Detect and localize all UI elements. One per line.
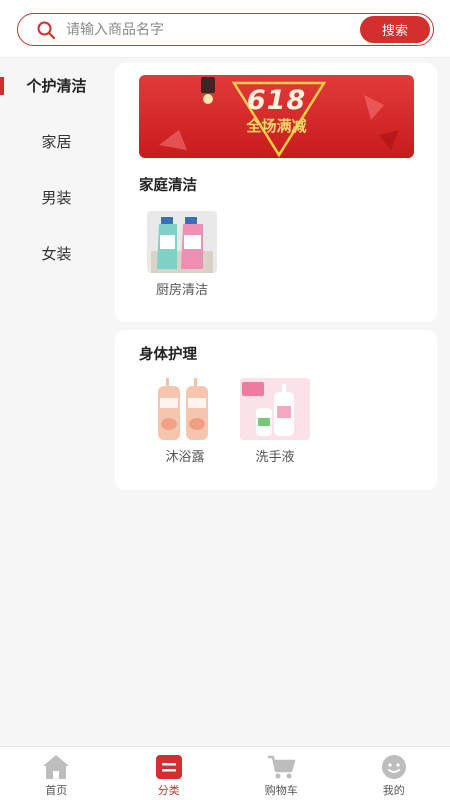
sidebar-item-label: 个护清洁 (26, 77, 87, 95)
sidebar-item-personal-care[interactable]: 个护清洁 (0, 58, 113, 114)
sidebar-item-menswear[interactable]: 男装 (0, 170, 113, 226)
promo-banner[interactable]: 618 全场满减 (139, 75, 414, 158)
product-label: 洗手液 (255, 450, 295, 465)
tab-cart[interactable]: 购物车 (225, 747, 338, 800)
search-button[interactable]: 搜索 (360, 16, 430, 43)
product-kitchen-cleaning[interactable]: 厨房清洁 (142, 211, 222, 298)
product-shower-gel[interactable]: 沐浴露 (145, 378, 225, 465)
search-input[interactable] (66, 18, 356, 42)
search-bar: 搜索 (17, 13, 434, 46)
banner-promo-text: 全场满减 (246, 117, 307, 135)
tab-label: 我的 (382, 784, 405, 797)
sidebar-item-home[interactable]: 家居 (0, 114, 113, 170)
tab-label: 分类 (157, 784, 180, 797)
tab-profile[interactable]: 我的 (338, 747, 450, 800)
category-card-home-cleaning: 618 全场满减 家庭清洁 厨房清洁 (115, 63, 437, 322)
search-header: 搜索 (0, 0, 450, 58)
bottom-tab-bar: 首页 分类 购物车 我的 (0, 746, 450, 800)
tab-home[interactable]: 首页 (0, 747, 113, 800)
sidebar-item-label: 男装 (41, 189, 72, 207)
tab-label: 购物车 (264, 784, 298, 797)
section-title: 身体护理 (139, 347, 197, 363)
section-title: 家庭清洁 (139, 178, 197, 194)
shower-gel-bottles-image (150, 378, 220, 440)
tab-category[interactable]: 分类 (113, 747, 226, 800)
category-card-body-care: 身体护理 沐浴露 洗手液 (115, 330, 437, 490)
category-icon (155, 755, 182, 779)
product-label: 厨房清洁 (155, 283, 208, 298)
hand-wash-bottles-image (240, 378, 310, 440)
search-icon (37, 21, 56, 40)
sidebar-item-label: 女装 (41, 245, 72, 263)
spray-bottles-image (147, 211, 217, 273)
category-page: 搜索 个护清洁 家居 男装 女装 618 全场满减 (0, 0, 450, 800)
sidebar-item-womenswear[interactable]: 女装 (0, 226, 113, 282)
tab-label: 首页 (45, 784, 68, 797)
sidebar-item-label: 家居 (41, 133, 72, 151)
banner-618-text: 618 (246, 85, 307, 116)
product-label: 沐浴露 (165, 450, 205, 465)
cart-icon (268, 755, 296, 779)
category-sidebar: 个护清洁 家居 男装 女装 (0, 58, 113, 746)
home-icon (43, 755, 70, 779)
product-hand-wash[interactable]: 洗手液 (235, 378, 315, 465)
profile-icon (381, 755, 406, 779)
